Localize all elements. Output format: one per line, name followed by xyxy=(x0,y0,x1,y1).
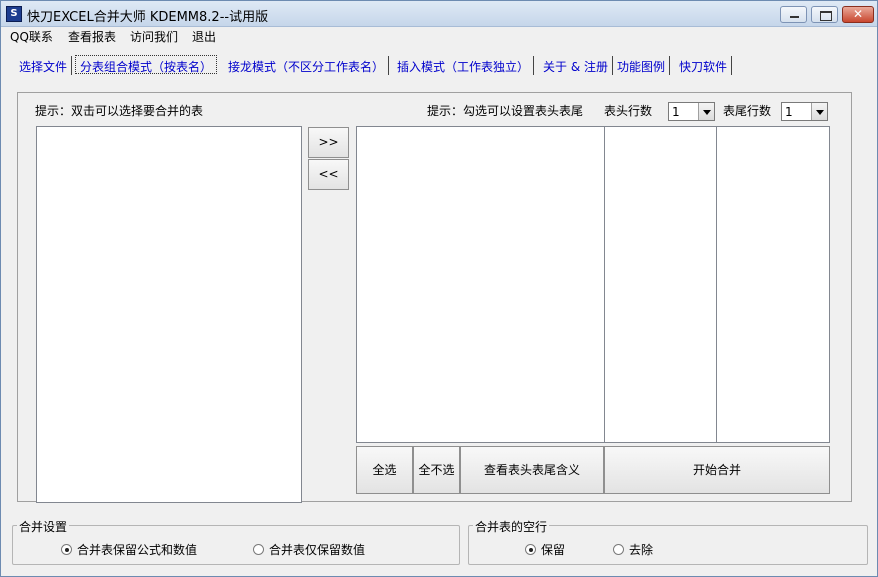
select-all-button[interactable]: 全选 xyxy=(356,446,413,494)
close-button[interactable]: ✕ xyxy=(842,6,874,23)
blank-rows-title: 合并表的空行 xyxy=(473,518,550,535)
app-icon: S xyxy=(6,6,22,22)
title-bar: S 快刀EXCEL合并大师 KDEMM8.2--试用版 ✕ xyxy=(1,1,877,27)
tab-chain-mode[interactable]: 接龙模式（不区分工作表名） xyxy=(224,56,390,75)
tab-insert-mode[interactable]: 插入模式（工作表独立） xyxy=(393,56,535,75)
footer-rows-select[interactable]: 1 xyxy=(781,102,828,121)
minimize-icon xyxy=(781,7,806,22)
radio-label: 保留 xyxy=(541,543,566,557)
tab-content-panel: 提示：双击可以选择要合并的表 提示：勾选可以设置表头表尾 表头行数 1 表尾行数… xyxy=(17,92,852,503)
select-none-button[interactable]: 全不选 xyxy=(413,446,460,494)
maximize-icon xyxy=(812,7,837,22)
header-rows-label: 表头行数 xyxy=(604,104,653,118)
footer-rows-value: 1 xyxy=(785,105,793,119)
header-rows-column[interactable] xyxy=(604,126,717,443)
menu-bar: QQ联系 查看报表 访问我们 退出 xyxy=(1,27,877,45)
radio-values-only[interactable]: 合并表仅保留数值 xyxy=(253,541,365,558)
selected-sheets-list[interactable] xyxy=(356,126,605,443)
hint-left: 提示：双击可以选择要合并的表 xyxy=(35,104,204,118)
merge-settings-title: 合并设置 xyxy=(17,518,70,535)
menu-visit-us[interactable]: 访问我们 xyxy=(130,28,178,45)
move-right-button[interactable]: >> xyxy=(308,127,349,158)
menu-view-report[interactable]: 查看报表 xyxy=(68,28,116,45)
tab-select-files[interactable]: 选择文件 xyxy=(15,56,73,75)
hint-right: 提示：勾选可以设置表头表尾 xyxy=(427,104,584,118)
start-merge-button[interactable]: 开始合并 xyxy=(604,446,830,494)
tab-feature-examples[interactable]: 功能图例 xyxy=(613,56,671,75)
header-rows-value: 1 xyxy=(672,105,680,119)
footer-rows-column[interactable] xyxy=(716,126,830,443)
merge-settings-group: 合并设置 合并表保留公式和数值 合并表仅保留数值 xyxy=(12,518,460,565)
radio-remove-blank-rows[interactable]: 去除 xyxy=(613,541,653,558)
radio-label: 去除 xyxy=(629,543,654,557)
close-icon: ✕ xyxy=(852,7,864,21)
minimize-button[interactable] xyxy=(780,6,807,23)
maximize-button[interactable] xyxy=(811,6,838,23)
radio-label: 合并表仅保留数值 xyxy=(269,543,366,557)
chevron-down-icon[interactable] xyxy=(698,103,714,120)
menu-qq-contact[interactable]: QQ联系 xyxy=(10,28,53,45)
view-header-footer-meaning-button[interactable]: 查看表头表尾含义 xyxy=(460,446,604,494)
available-sheets-list[interactable] xyxy=(36,126,302,503)
menu-exit[interactable]: 退出 xyxy=(192,28,216,45)
header-rows-select[interactable]: 1 xyxy=(668,102,715,121)
blank-rows-group: 合并表的空行 保留 去除 xyxy=(468,518,868,565)
radio-label: 合并表保留公式和数值 xyxy=(77,543,198,557)
app-window: S 快刀EXCEL合并大师 KDEMM8.2--试用版 ✕ QQ联系 查看报表 … xyxy=(0,0,878,577)
move-left-button[interactable]: << xyxy=(308,159,349,190)
window-title: 快刀EXCEL合并大师 KDEMM8.2--试用版 xyxy=(27,10,269,25)
chevron-down-icon[interactable] xyxy=(811,103,827,120)
radio-keep-formula-values[interactable]: 合并表保留公式和数值 xyxy=(61,541,197,558)
radio-unchecked-icon xyxy=(613,544,624,555)
radio-checked-icon xyxy=(525,544,536,555)
radio-keep-blank-rows[interactable]: 保留 xyxy=(525,541,565,558)
footer-rows-label: 表尾行数 xyxy=(723,104,772,118)
radio-unchecked-icon xyxy=(253,544,264,555)
tab-kuaidao-software[interactable]: 快刀软件 xyxy=(675,56,733,75)
tab-about-register[interactable]: 关于 & 注册 xyxy=(539,56,613,75)
tab-group-by-sheet-name[interactable]: 分表组合模式（按表名） xyxy=(75,55,218,74)
radio-checked-icon xyxy=(61,544,72,555)
